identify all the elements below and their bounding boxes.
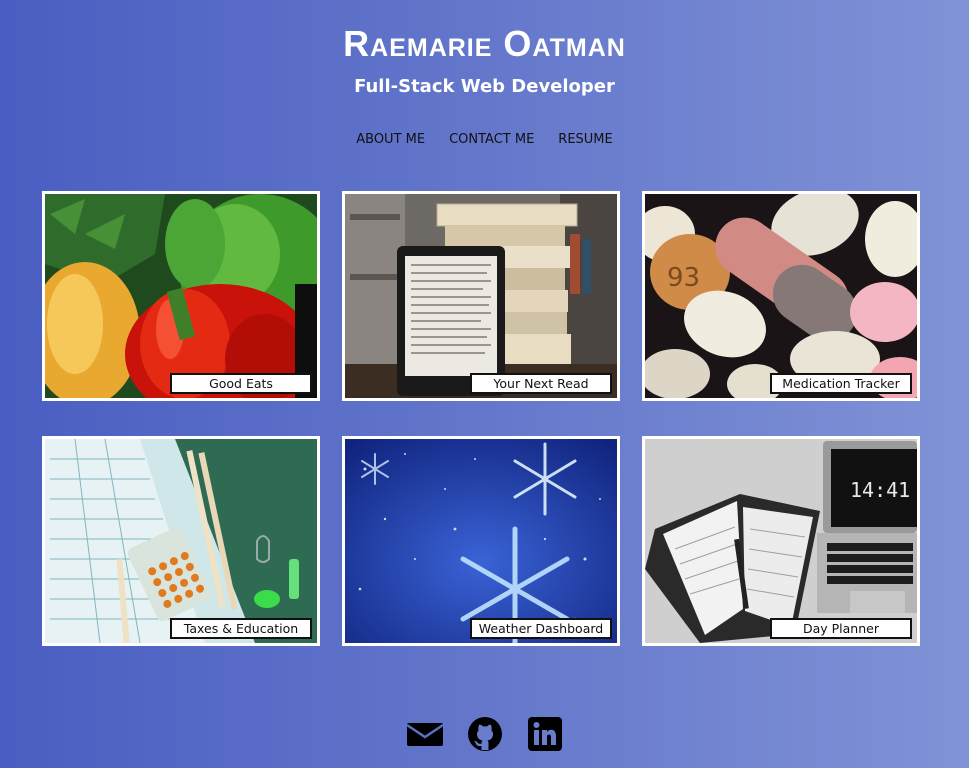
pills-image: 93 (645, 194, 917, 398)
snowflakes-image (345, 439, 617, 643)
project-card-label: Day Planner (770, 618, 912, 639)
github-icon[interactable] (467, 716, 503, 752)
project-card-day-planner[interactable]: 14:41 Day Planner (642, 436, 920, 646)
site-subtitle: Full-Stack Web Developer (354, 76, 615, 97)
books-and-ereader-image (345, 194, 617, 398)
site-title: Raemarie Oatman (343, 23, 626, 64)
project-card-label: Taxes & Education (170, 618, 312, 639)
laptop-clock-text: 14:41 (850, 478, 910, 502)
bell-peppers-image (45, 194, 317, 398)
project-card-label: Your Next Read (470, 373, 612, 394)
project-card-label: Good Eats (170, 373, 312, 394)
project-card-label: Medication Tracker (770, 373, 912, 394)
linkedin-icon[interactable] (527, 716, 563, 752)
main-nav: ABOUT ME CONTACT ME RESUME (0, 131, 969, 149)
email-icon[interactable] (406, 716, 443, 752)
project-card-label: Weather Dashboard (470, 618, 612, 639)
planner-laptop-image: 14:41 (645, 439, 917, 643)
nav-link-resume[interactable]: RESUME (558, 131, 612, 149)
site-header: Raemarie Oatman Full-Stack Web Developer (0, 22, 969, 98)
project-card-taxes-education[interactable]: Taxes & Education (42, 436, 320, 646)
project-card-weather-dashboard[interactable]: Weather Dashboard (342, 436, 620, 646)
project-card-your-next-read[interactable]: Your Next Read (342, 191, 620, 401)
project-card-medication-tracker[interactable]: 93 Medication Tracker (642, 191, 920, 401)
nav-link-contact-me[interactable]: CONTACT ME (449, 131, 534, 149)
social-links (0, 716, 969, 752)
project-card-good-eats[interactable]: Good Eats (42, 191, 320, 401)
nav-link-about-me[interactable]: ABOUT ME (356, 131, 425, 149)
pill-number-text: 93 (667, 263, 700, 293)
tax-forms-calculator-image (45, 439, 317, 643)
